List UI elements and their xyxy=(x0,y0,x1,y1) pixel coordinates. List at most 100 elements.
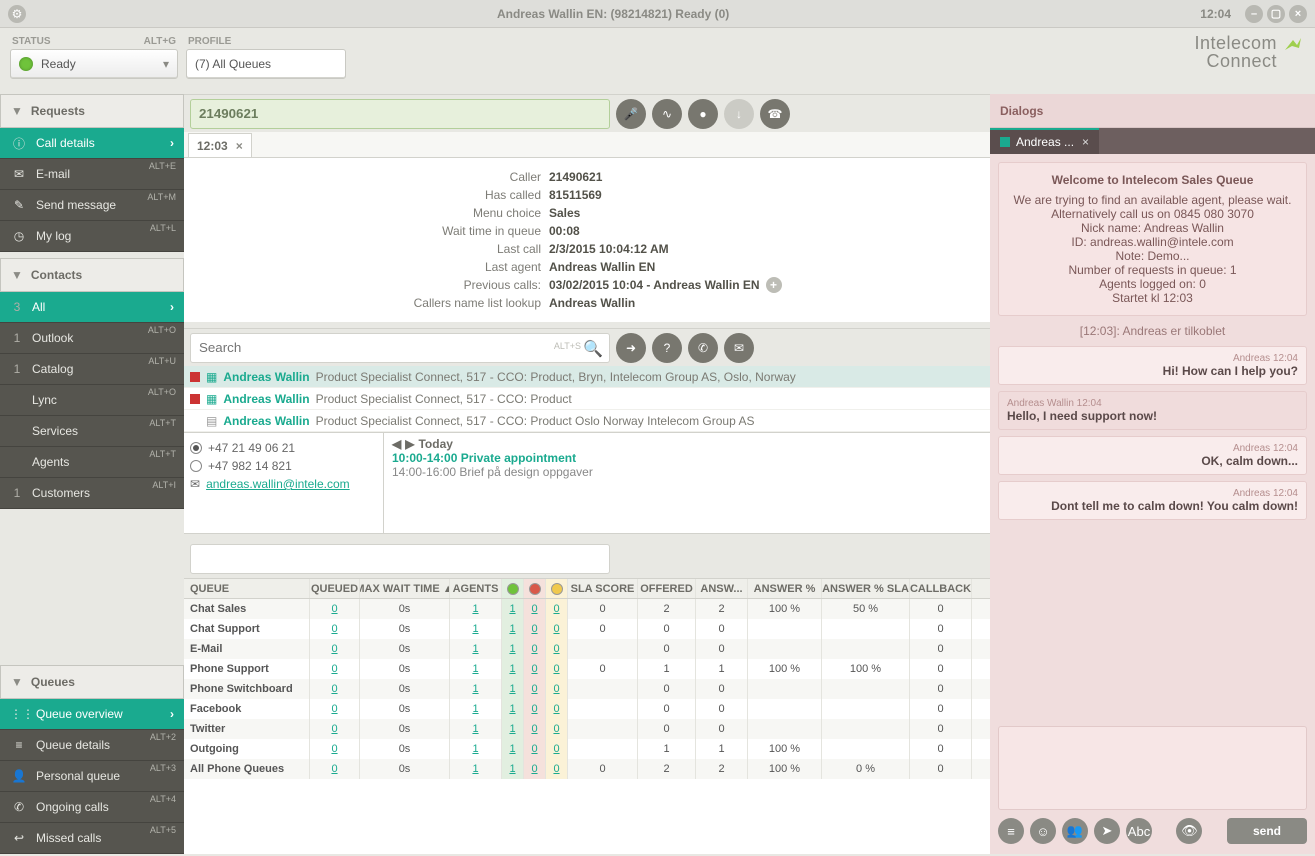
search-input-wrap: ALT+S 🔍 xyxy=(190,333,610,363)
hangup-icon[interactable]: ☎ xyxy=(760,99,790,129)
next-day-icon[interactable]: ▶ xyxy=(405,437,414,451)
go-icon[interactable]: ➜ xyxy=(616,333,646,363)
chat-message: Andreas 12:04OK, calm down... xyxy=(998,436,1307,475)
window-title: Andreas Wallin EN: (98214821) Ready (0) xyxy=(26,7,1200,21)
help-icon[interactable]: ? xyxy=(652,333,682,363)
table-row[interactable]: Phone Support00s1100011100 %100 %0 xyxy=(184,659,990,679)
send-button[interactable]: send xyxy=(1227,818,1307,844)
call-tab[interactable]: 12:03 × xyxy=(188,133,252,157)
profile-select[interactable]: (7) All Queues xyxy=(186,49,346,79)
chevron-down-icon: ▾ xyxy=(163,57,169,71)
col-header[interactable]: OFFERED xyxy=(638,579,696,598)
table-row[interactable]: Phone Switchboard00s1100000 xyxy=(184,679,990,699)
table-row[interactable]: Facebook00s1100000 xyxy=(184,699,990,719)
call-tab-label: 12:03 xyxy=(197,139,228,153)
queue-table-header: QUEUEQUEUEDMAX WAIT TIME ▲AGENTS SLA SCOR… xyxy=(184,579,990,599)
contact-row[interactable]: ▤Andreas Wallin Product Specialist Conne… xyxy=(184,410,990,432)
search-input[interactable] xyxy=(199,334,601,362)
phone-option[interactable]: +47 21 49 06 21 xyxy=(190,439,377,457)
menu-item[interactable]: ✆Ongoing callsALT+4 xyxy=(0,792,184,823)
table-row[interactable]: Chat Sales00s1100022100 %50 %0 xyxy=(184,599,990,619)
add-user-icon[interactable]: 👥 xyxy=(1062,818,1088,844)
close-icon[interactable]: × xyxy=(1289,5,1307,23)
download-icon[interactable]: ↓ xyxy=(724,99,754,129)
col-header[interactable] xyxy=(524,579,546,598)
contacts-menu: 3All›1OutlookALT+O1CatalogALT+ULyncALT+O… xyxy=(0,292,184,509)
prev-day-icon[interactable]: ◀ xyxy=(392,437,401,451)
email-contact-icon[interactable]: ✉ xyxy=(724,333,754,363)
profile-box: PROFILE (7) All Queues xyxy=(186,34,346,94)
menu-item[interactable]: ServicesALT+T xyxy=(0,416,184,447)
close-dialog-icon[interactable]: × xyxy=(1082,135,1089,149)
text-icon[interactable]: ≡ xyxy=(998,818,1024,844)
menu-item[interactable]: ✎Send messageALT+M xyxy=(0,190,184,221)
brand-line2: Connect xyxy=(1206,51,1277,71)
col-header[interactable]: CALLBACK xyxy=(910,579,972,598)
table-row[interactable]: Chat Support00s11000000 xyxy=(184,619,990,639)
queue-table: QUEUEQUEUEDMAX WAIT TIME ▲AGENTS SLA SCOR… xyxy=(184,578,990,854)
contacts-header[interactable]: ▼Contacts xyxy=(0,258,184,292)
menu-item[interactable]: 1CustomersALT+I xyxy=(0,478,184,509)
table-row[interactable]: E-Mail00s1100000 xyxy=(184,639,990,659)
preview-icon[interactable]: 👁 xyxy=(1176,818,1202,844)
menu-item[interactable]: 1CatalogALT+U xyxy=(0,354,184,385)
queue-filter-input[interactable] xyxy=(190,544,610,574)
col-header[interactable]: QUEUED xyxy=(310,579,360,598)
menu-item[interactable]: LyncALT+O xyxy=(0,385,184,416)
record-icon[interactable]: ● xyxy=(688,99,718,129)
table-row[interactable]: Twitter00s1100000 xyxy=(184,719,990,739)
menu-item[interactable]: ≡Queue detailsALT+2 xyxy=(0,730,184,761)
requests-header[interactable]: ▼Requests xyxy=(0,94,184,128)
chat-area: Welcome to Intelecom Sales Queue We are … xyxy=(990,154,1315,718)
status-select[interactable]: Ready ▾ xyxy=(10,49,178,79)
contact-row[interactable]: ▦Andreas Wallin Product Specialist Conne… xyxy=(184,388,990,410)
welcome-title: Welcome to Intelecom Sales Queue xyxy=(1009,173,1296,187)
col-header[interactable] xyxy=(502,579,524,598)
minimize-icon[interactable]: – xyxy=(1245,5,1263,23)
close-tab-icon[interactable]: × xyxy=(236,139,243,153)
menu-item[interactable]: 👤Personal queueALT+3 xyxy=(0,761,184,792)
call-tab-row: 12:03 × xyxy=(184,132,990,158)
table-row[interactable]: All Phone Queues00s1100022100 %0 %0 xyxy=(184,759,990,779)
profile-label: PROFILE xyxy=(188,36,231,47)
menu-item[interactable]: ⋮⋮Queue overview› xyxy=(0,699,184,730)
menu-item[interactable]: ✉E-mailALT+E xyxy=(0,159,184,190)
queue-filter-row xyxy=(184,540,990,578)
call-contact-icon[interactable]: ✆ xyxy=(688,333,718,363)
col-header[interactable]: ANSWER % xyxy=(748,579,822,598)
queues-header[interactable]: ▼Queues xyxy=(0,665,184,699)
col-header[interactable]: QUEUE xyxy=(184,579,310,598)
chat-message: Andreas Wallin 12:04Hello, I need suppor… xyxy=(998,391,1307,430)
contact-email[interactable]: andreas.wallin@intele.com xyxy=(206,477,350,491)
forward-icon[interactable]: ➤ xyxy=(1094,818,1120,844)
dial-input[interactable] xyxy=(190,99,610,129)
menu-item[interactable]: ◷My logALT+L xyxy=(0,221,184,252)
contact-calendar: ◀▶ Today 10:00-14:00 Private appointment… xyxy=(384,433,990,533)
settings-gear-icon[interactable]: ⚙ xyxy=(8,5,26,23)
table-row[interactable]: Outgoing00s110011100 %0 xyxy=(184,739,990,759)
search-icon[interactable]: 🔍 xyxy=(583,339,603,359)
equalizer-icon[interactable]: ∿ xyxy=(652,99,682,129)
queues-header-label: Queues xyxy=(31,675,75,689)
chat-input[interactable] xyxy=(998,726,1307,810)
emoji-icon[interactable]: ☺ xyxy=(1030,818,1056,844)
spellcheck-icon[interactable]: Abc xyxy=(1126,818,1152,844)
mute-icon[interactable]: 🎤 xyxy=(616,99,646,129)
col-header[interactable]: SLA SCORE xyxy=(568,579,638,598)
contact-row[interactable]: ▦Andreas Wallin Product Specialist Conne… xyxy=(184,366,990,388)
phone-option[interactable]: +47 982 14 821 xyxy=(190,457,377,475)
col-header[interactable]: ANSWER % SLA xyxy=(822,579,910,598)
menu-item[interactable]: 1OutlookALT+O xyxy=(0,323,184,354)
col-header[interactable]: AGENTS xyxy=(450,579,502,598)
dialog-tab[interactable]: Andreas ...× xyxy=(990,128,1099,154)
maximize-icon[interactable]: ▢ xyxy=(1267,5,1285,23)
col-header[interactable]: MAX WAIT TIME ▲ xyxy=(360,579,450,598)
col-header[interactable] xyxy=(546,579,568,598)
status-shortcut: ALT+G xyxy=(144,36,176,47)
menu-item[interactable]: ⓘCall details› xyxy=(0,128,184,159)
col-header[interactable]: ANSW... xyxy=(696,579,748,598)
menu-item[interactable]: AgentsALT+T xyxy=(0,447,184,478)
menu-item[interactable]: 3All› xyxy=(0,292,184,323)
menu-item[interactable]: ↩Missed callsALT+5 xyxy=(0,823,184,854)
dialog-tabbar: Andreas ...× xyxy=(990,128,1315,154)
